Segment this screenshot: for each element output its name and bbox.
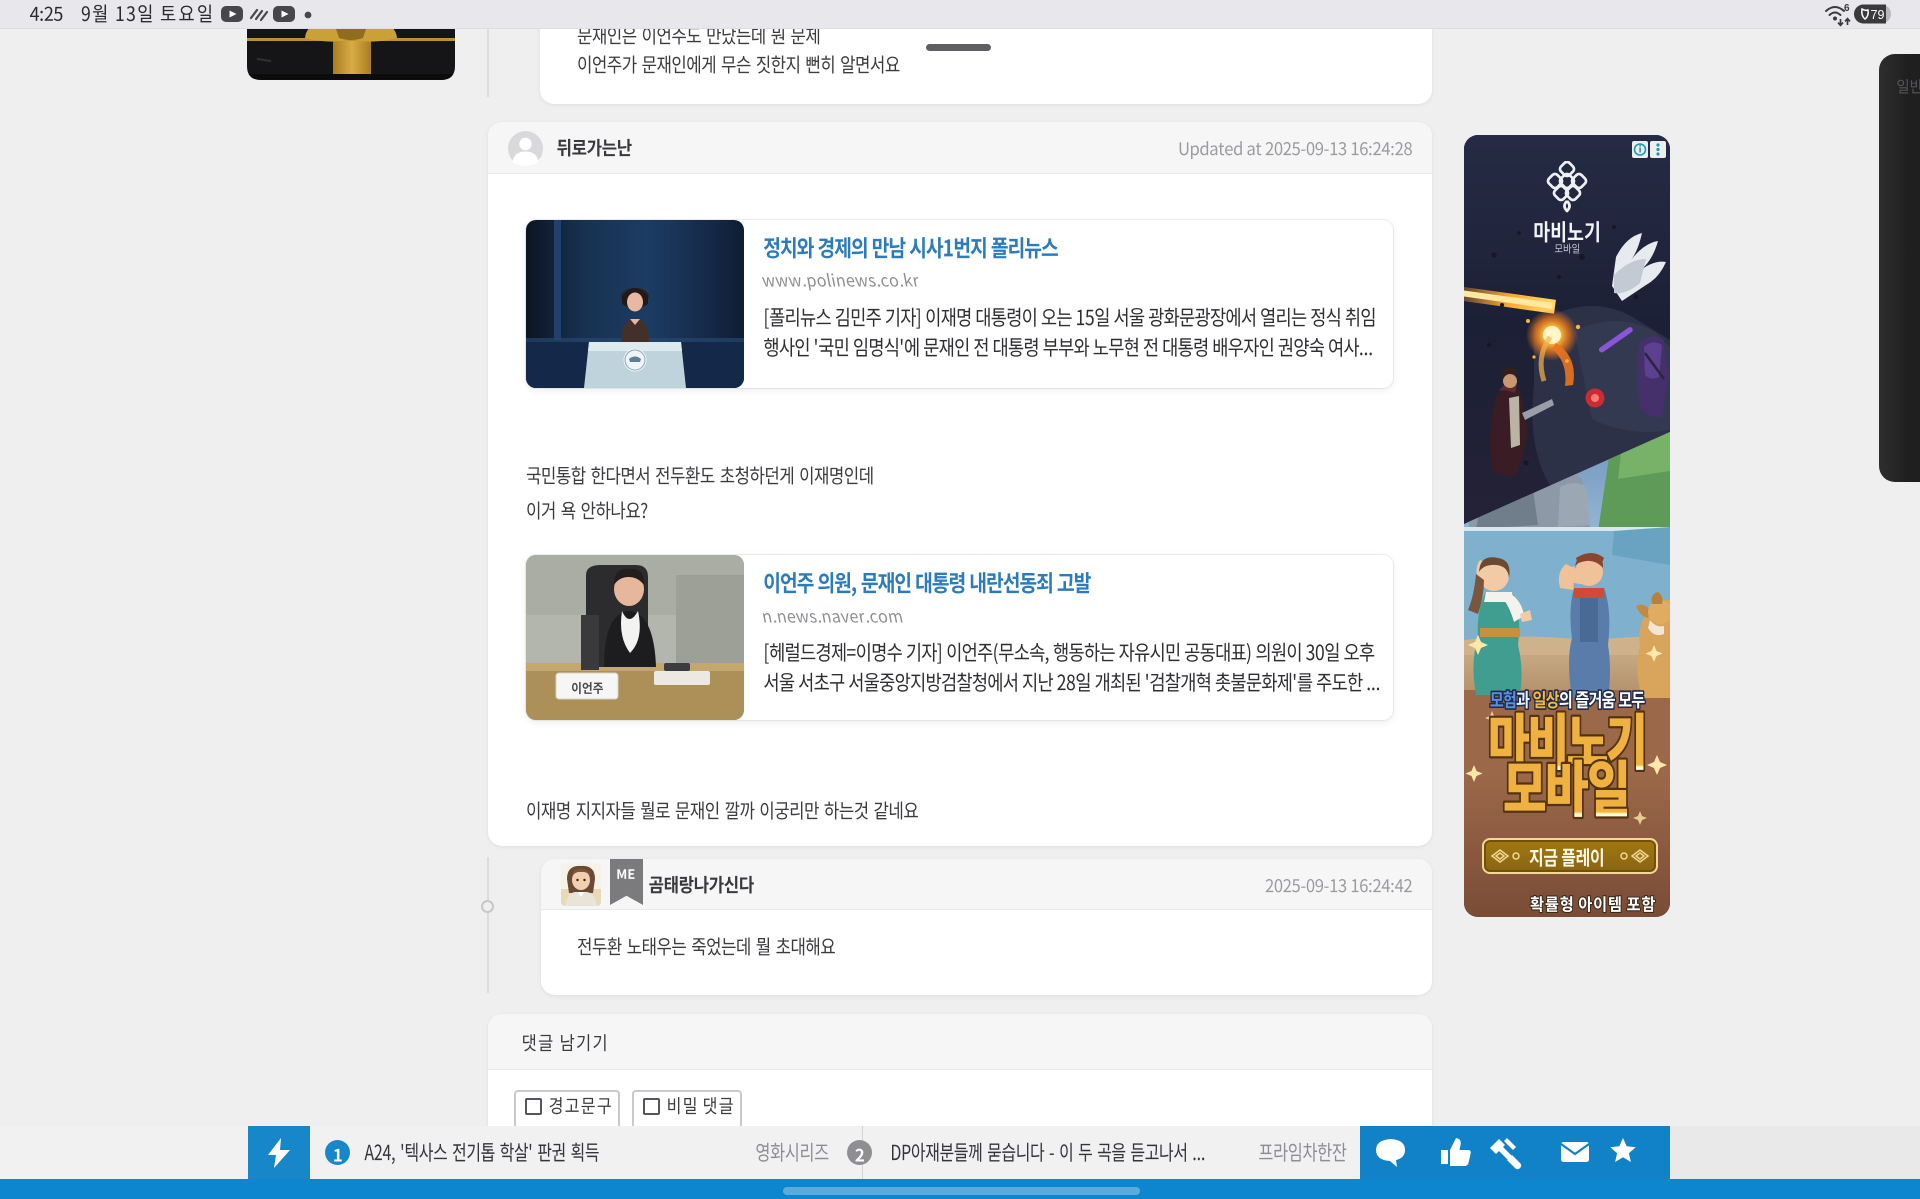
svg-text:6: 6 <box>1844 3 1850 14</box>
svg-text:79: 79 <box>1871 8 1885 22</box>
